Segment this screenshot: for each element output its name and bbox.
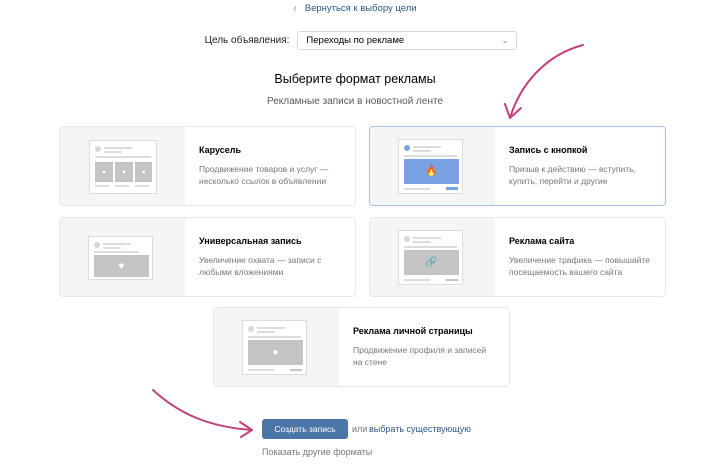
section-subtitle: Рекламные записи в новостной ленте	[266, 96, 444, 107]
carousel-mock: ▪ ▪ ▪	[89, 140, 157, 194]
personal-page-preview: ●	[214, 308, 339, 386]
show-other-formats-link[interactable]: Показать другие форматы	[262, 447, 372, 457]
link-icon: 🔗	[404, 250, 459, 275]
format-description: Призыв к действию — вступить, купить, пе…	[509, 164, 636, 186]
back-link-label: Вернуться к выбору цели	[304, 3, 417, 14]
format-name: Карусель	[199, 145, 242, 155]
bag-icon: ▪	[135, 162, 152, 182]
personal-page-mock: ●	[242, 320, 307, 375]
website-preview: 🔗	[370, 218, 495, 296]
format-name: Запись с кнопкой	[509, 145, 588, 155]
bag-icon: ▪	[115, 162, 133, 182]
person-icon: ●	[248, 340, 303, 365]
format-card-personal-page[interactable]: ● Реклама личной страницы Продвижение пр…	[213, 307, 510, 387]
format-card-carousel[interactable]: ▪ ▪ ▪ Карусель Продвижение товаров и усл…	[59, 126, 356, 206]
button-post-preview: 🔥	[370, 127, 495, 205]
format-name: Универсальная запись	[199, 236, 302, 246]
format-card-button-post[interactable]: 🔥 Запись с кнопкой Призыв к действию — в…	[369, 126, 666, 206]
choose-existing-link[interactable]: выбрать существующую	[369, 424, 471, 434]
format-name: Реклама личной страницы	[353, 326, 473, 336]
chevron-down-icon: ⌄	[501, 36, 509, 45]
format-description: Продвижение профиля и записей на стене	[353, 345, 487, 367]
format-name: Реклама сайта	[509, 236, 575, 246]
format-description: Увеличение трафика — повышайте посещаемо…	[509, 255, 650, 277]
goal-select[interactable]: Переходы по рекламе ⌄	[297, 31, 518, 50]
universal-preview: ♥	[60, 218, 185, 296]
format-description: Увеличение охвата — записи с любыми влож…	[199, 255, 322, 277]
bag-icon: ▪	[95, 162, 113, 182]
page-title: Выберите формат рекламы	[274, 72, 436, 86]
carousel-preview: ▪ ▪ ▪	[60, 127, 185, 205]
goal-select-value: Переходы по рекламе	[306, 35, 405, 46]
chevron-left-icon: ‹	[293, 3, 297, 14]
format-card-universal[interactable]: ♥ Универсальная запись Увеличение охвата…	[59, 217, 356, 297]
format-description: Продвижение товаров и услуг — несколько …	[199, 164, 329, 186]
or-text: или	[352, 424, 368, 434]
format-card-website[interactable]: 🔗 Реклама сайта Увеличение трафика — пов…	[369, 217, 666, 297]
heart-icon: ♥	[94, 255, 149, 277]
annotation-arrow-bottom	[152, 389, 253, 438]
create-post-button[interactable]: Создать запись	[262, 419, 348, 439]
website-mock: 🔗	[398, 230, 463, 285]
flame-icon: 🔥	[404, 159, 459, 184]
goal-label: Цель объявления:	[204, 35, 290, 46]
universal-mock: ♥	[88, 236, 153, 280]
back-to-goal-link[interactable]: ‹ Вернуться к выбору цели	[0, 3, 710, 14]
goal-row: Цель объявления: Переходы по рекламе ⌄	[0, 31, 710, 50]
button-post-mock: 🔥	[398, 139, 463, 194]
